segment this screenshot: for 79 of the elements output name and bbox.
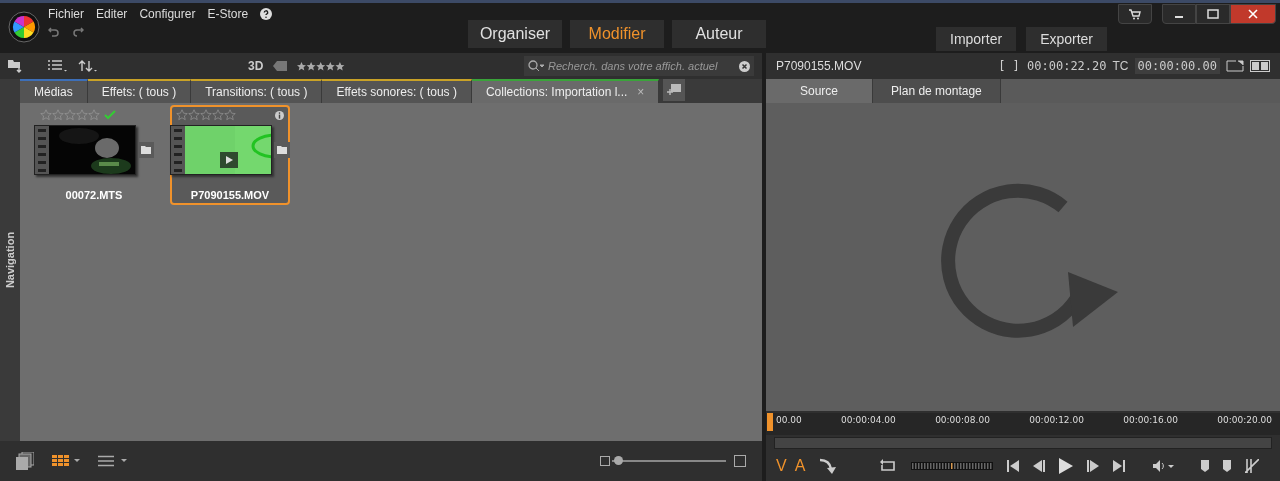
undo-icon[interactable] <box>48 25 60 37</box>
export-button[interactable]: Exporter <box>1026 27 1108 51</box>
grid-view-icon[interactable] <box>52 455 80 467</box>
audio-toggle[interactable]: A <box>794 457 806 475</box>
close-icon <box>1248 9 1258 19</box>
skip-end-icon[interactable] <box>1113 460 1126 472</box>
navigation-panel[interactable]: Navigation <box>0 79 20 441</box>
media-card[interactable]: 00072.MTS <box>34 105 154 205</box>
time-label: 00:00:20.00 <box>1217 415 1272 427</box>
file-name: 00072.MTS <box>65 189 123 201</box>
3d-filter-button[interactable]: 3D <box>248 59 264 73</box>
tag-icon[interactable] <box>273 61 288 71</box>
star-filter-icon[interactable] <box>297 61 346 71</box>
mark-in-icon[interactable] <box>1201 460 1210 472</box>
large-size-icon <box>734 455 746 467</box>
library-tab[interactable]: Effets sonores: ( tous ) <box>322 79 472 103</box>
clip-duration: [ ] 00:00:22.20 <box>998 59 1107 73</box>
minimize-button[interactable] <box>1162 4 1196 24</box>
search-field[interactable]: Recherch. dans votre affich. actuel <box>524 56 754 76</box>
redo-icon[interactable] <box>72 25 84 37</box>
file-name: P7090155.MOV <box>190 189 270 201</box>
viewer-tab[interactable]: Plan de montage <box>873 79 1001 103</box>
curved-arrow-icon[interactable] <box>819 457 838 475</box>
cart-button[interactable] <box>1118 4 1152 24</box>
folder-icon[interactable] <box>138 142 154 158</box>
time-label: 00.00 <box>776 415 802 427</box>
library-tab[interactable]: Médias <box>20 79 88 103</box>
time-label: 00:00:08.00 <box>935 415 990 427</box>
play-icon[interactable] <box>1059 458 1074 474</box>
menu-item[interactable]: E-Store <box>207 7 249 21</box>
library-tab[interactable]: Collections: Importation l... × <box>471 79 660 103</box>
timecode-field[interactable]: 00:00:00.00 <box>1134 58 1220 74</box>
step-back-icon[interactable] <box>1033 460 1046 472</box>
help-icon[interactable] <box>260 8 273 20</box>
split-view-icon[interactable] <box>1250 60 1270 72</box>
clear-marks-icon[interactable] <box>1245 459 1260 473</box>
loop-icon[interactable] <box>879 459 898 473</box>
mark-out-icon[interactable] <box>1223 460 1232 472</box>
video-toggle[interactable]: V <box>776 457 787 475</box>
mode-tab[interactable]: Modifier <box>570 20 664 48</box>
mode-tab[interactable]: Organiser <box>468 20 562 48</box>
menu-item[interactable]: Editer <box>96 7 128 21</box>
clip-name: P7090155.MOV <box>776 59 862 73</box>
library-tab[interactable]: Transitions: ( tous ) <box>191 79 323 103</box>
media-card[interactable]: P7090155.MOV <box>170 105 290 205</box>
import-button[interactable]: Importer <box>936 27 1017 51</box>
search-icon[interactable] <box>528 60 544 72</box>
add-tab-button[interactable] <box>663 79 686 101</box>
library-tab[interactable]: Effets: ( tous ) <box>87 79 192 103</box>
playhead-marker[interactable] <box>767 413 773 431</box>
detach-icon[interactable] <box>1226 60 1244 72</box>
time-label: 00:00:16.00 <box>1123 415 1178 427</box>
step-forward-icon[interactable] <box>1087 460 1100 472</box>
viewer-tab[interactable]: Source <box>766 79 874 103</box>
time-label: 00:00:04.00 <box>841 415 896 427</box>
maximize-button[interactable] <box>1196 4 1230 24</box>
menu-item[interactable]: Fichier <box>48 7 84 21</box>
stack-icon[interactable] <box>16 452 34 470</box>
cart-icon <box>1129 8 1141 20</box>
mode-tab[interactable]: Auteur <box>672 20 766 48</box>
time-label: 00:00:12.00 <box>1029 415 1084 427</box>
close-button[interactable] <box>1230 4 1276 24</box>
small-size-icon <box>600 456 610 466</box>
app-logo <box>8 11 40 43</box>
add-icon <box>667 84 682 96</box>
list-view-icon[interactable] <box>48 60 68 72</box>
info-icon[interactable] <box>275 110 284 120</box>
import-folder-icon[interactable] <box>8 59 24 73</box>
search-input[interactable]: Recherch. dans votre affich. actuel <box>548 60 735 72</box>
skip-start-icon[interactable] <box>1007 460 1020 472</box>
menu-item[interactable]: Configurer <box>139 7 196 21</box>
jog-wheel[interactable] <box>911 462 994 470</box>
minimize-icon <box>1175 16 1183 18</box>
maximize-icon <box>1207 9 1219 19</box>
sort-icon[interactable] <box>78 60 98 72</box>
clear-icon[interactable] <box>739 60 750 72</box>
volume-icon[interactable] <box>1153 460 1176 472</box>
list-view-icon[interactable] <box>98 455 128 467</box>
timecode-label: TC <box>1112 59 1129 73</box>
